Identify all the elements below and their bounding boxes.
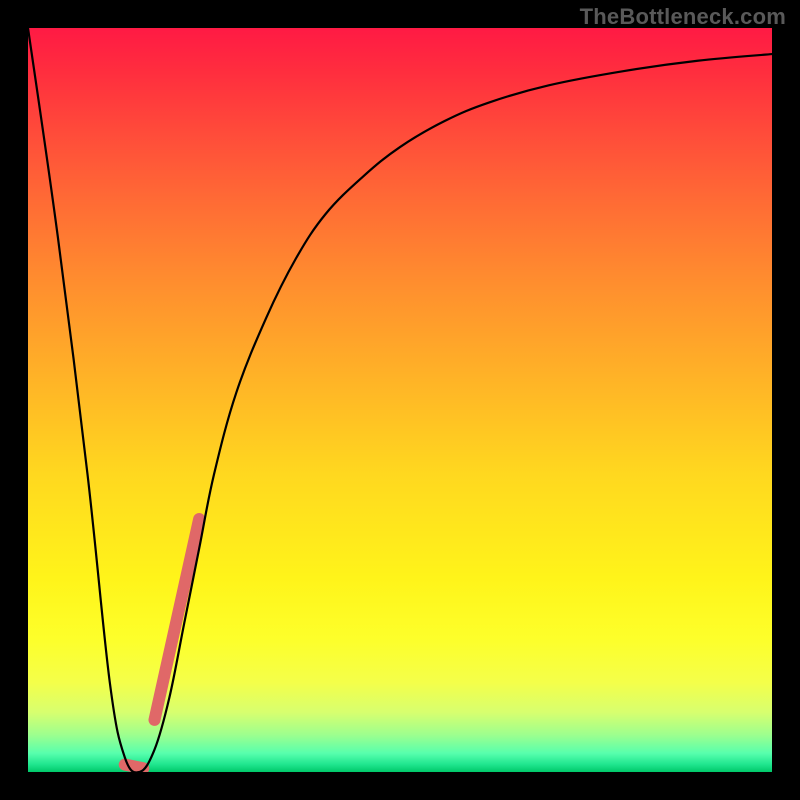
chart-frame: TheBottleneck.com [0,0,800,800]
highlight-segment-rising [154,519,199,720]
plot-area [28,28,772,772]
plot-svg [28,28,772,772]
bottleneck-curve [28,28,772,772]
watermark-text: TheBottleneck.com [580,4,786,30]
